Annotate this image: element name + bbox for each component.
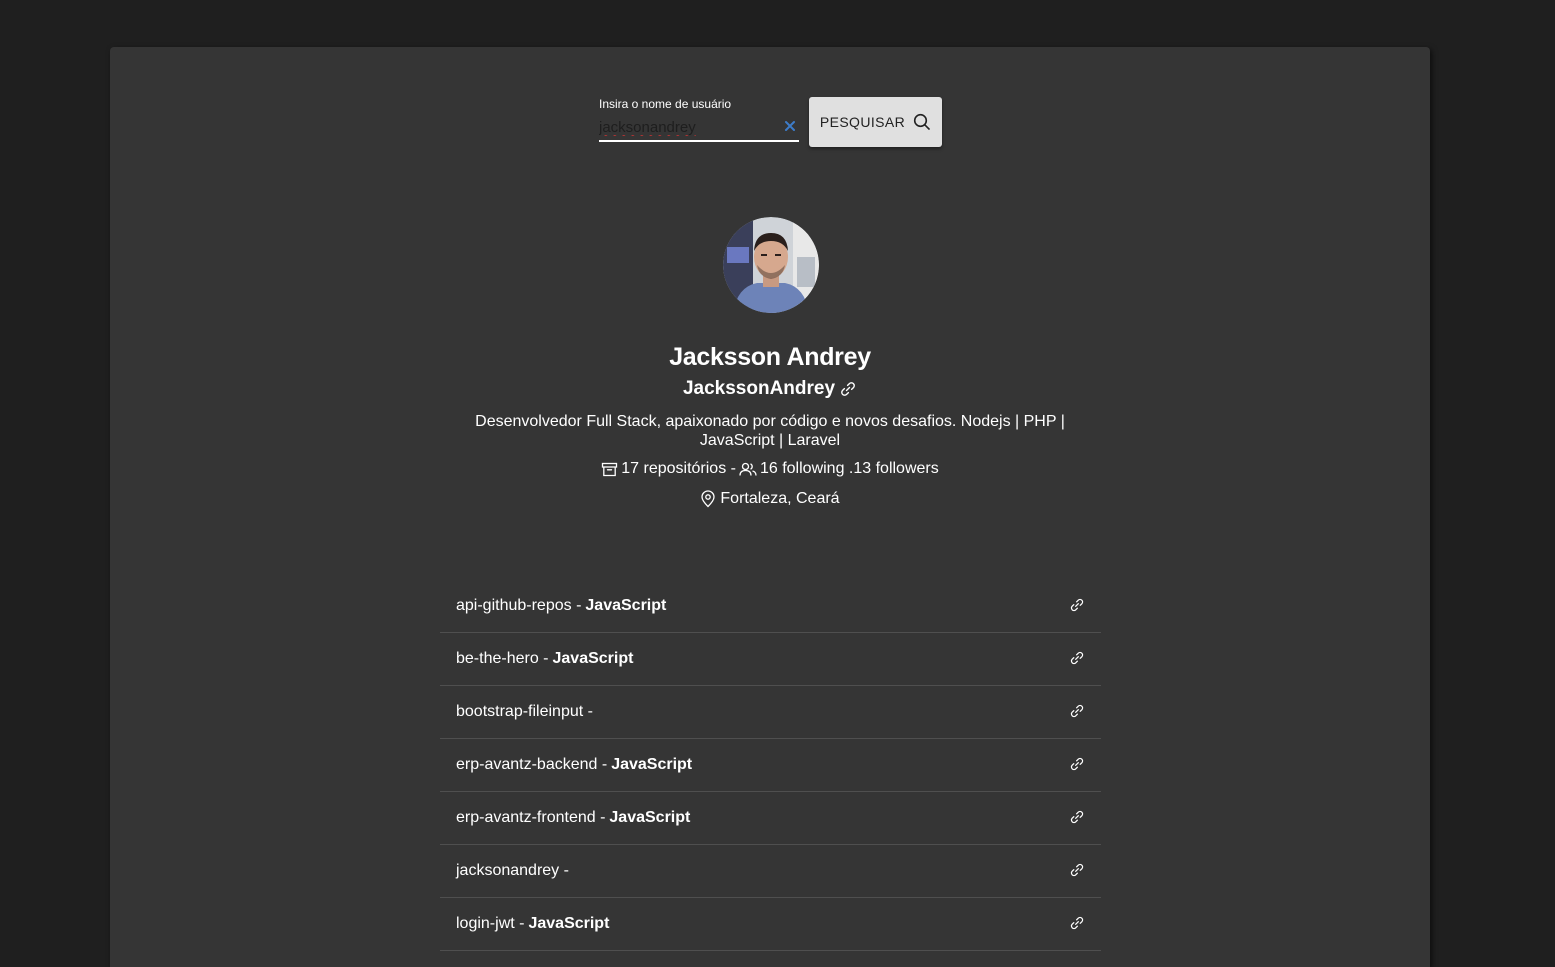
location-pin-icon	[700, 490, 716, 508]
input-underline	[599, 140, 799, 142]
people-icon	[739, 461, 757, 478]
profile-bio: Desenvolvedor Full Stack, apaixonado por…	[475, 413, 1065, 449]
link-icon	[839, 380, 857, 398]
repo-name: bootstrap-fileinput -	[456, 703, 593, 720]
avatar	[723, 217, 819, 313]
list-item[interactable]: be-the-hero - JavaScript	[440, 633, 1101, 686]
link-icon[interactable]	[1069, 915, 1085, 931]
search-button-label: PESQUISAR	[819, 114, 906, 130]
list-item[interactable]: erp-avantz-backend - JavaScript	[440, 739, 1101, 792]
follow-count: 16 following .13 followers	[759, 460, 939, 477]
link-icon[interactable]	[1069, 650, 1085, 666]
search-icon	[913, 113, 931, 131]
location-text: Fortaleza, Ceará	[720, 490, 840, 507]
list-item[interactable]: bootstrap-fileinput -	[440, 686, 1101, 739]
repo-name: be-the-hero -	[456, 650, 549, 667]
link-icon[interactable]	[1069, 597, 1085, 613]
repo-list: api-github-repos - JavaScript be-the-her…	[440, 580, 1101, 951]
repo-language: JavaScript	[552, 650, 634, 667]
search-button[interactable]: PESQUISAR	[809, 97, 942, 147]
link-icon[interactable]	[1069, 756, 1085, 772]
repo-language: JavaScript	[609, 809, 691, 826]
list-item[interactable]: login-jwt - JavaScript	[440, 898, 1101, 951]
repo-name: jacksonandrey -	[456, 862, 569, 879]
repo-language: JavaScript	[585, 597, 667, 614]
username-label: Insira o nome de usuário	[599, 97, 732, 111]
repo-name: api-github-repos -	[456, 597, 582, 614]
link-icon[interactable]	[1069, 862, 1085, 878]
list-item[interactable]: api-github-repos - JavaScript	[440, 580, 1101, 633]
link-icon[interactable]	[1069, 809, 1085, 825]
profile-login-link[interactable]: JackssonAndrey	[110, 378, 1430, 400]
repo-language: JavaScript	[528, 915, 610, 932]
list-item[interactable]: erp-avantz-frontend - JavaScript	[440, 792, 1101, 845]
main-card: Insira o nome de usuário PESQUISAR	[110, 47, 1430, 967]
profile-stats: 17 repositórios - 16 following .13 follo…	[110, 460, 1430, 478]
search-bar: Insira o nome de usuário PESQUISAR	[599, 97, 942, 147]
repo-name: login-jwt -	[456, 915, 525, 932]
repo-name: erp-avantz-frontend -	[456, 809, 606, 826]
username-field: Insira o nome de usuário	[599, 97, 799, 142]
archive-icon	[601, 461, 618, 478]
profile-location: Fortaleza, Ceará	[110, 490, 1430, 508]
link-icon[interactable]	[1069, 703, 1085, 719]
list-item[interactable]: jacksonandrey -	[440, 845, 1101, 898]
username-input[interactable]	[599, 115, 779, 139]
close-icon[interactable]	[783, 119, 797, 133]
profile-login-text: JackssonAndrey	[682, 378, 836, 399]
repo-name: erp-avantz-backend -	[456, 756, 608, 773]
repos-count: 17 repositórios -	[621, 460, 736, 477]
repo-language: JavaScript	[611, 756, 693, 773]
profile-name: Jacksson Andrey	[669, 343, 871, 371]
